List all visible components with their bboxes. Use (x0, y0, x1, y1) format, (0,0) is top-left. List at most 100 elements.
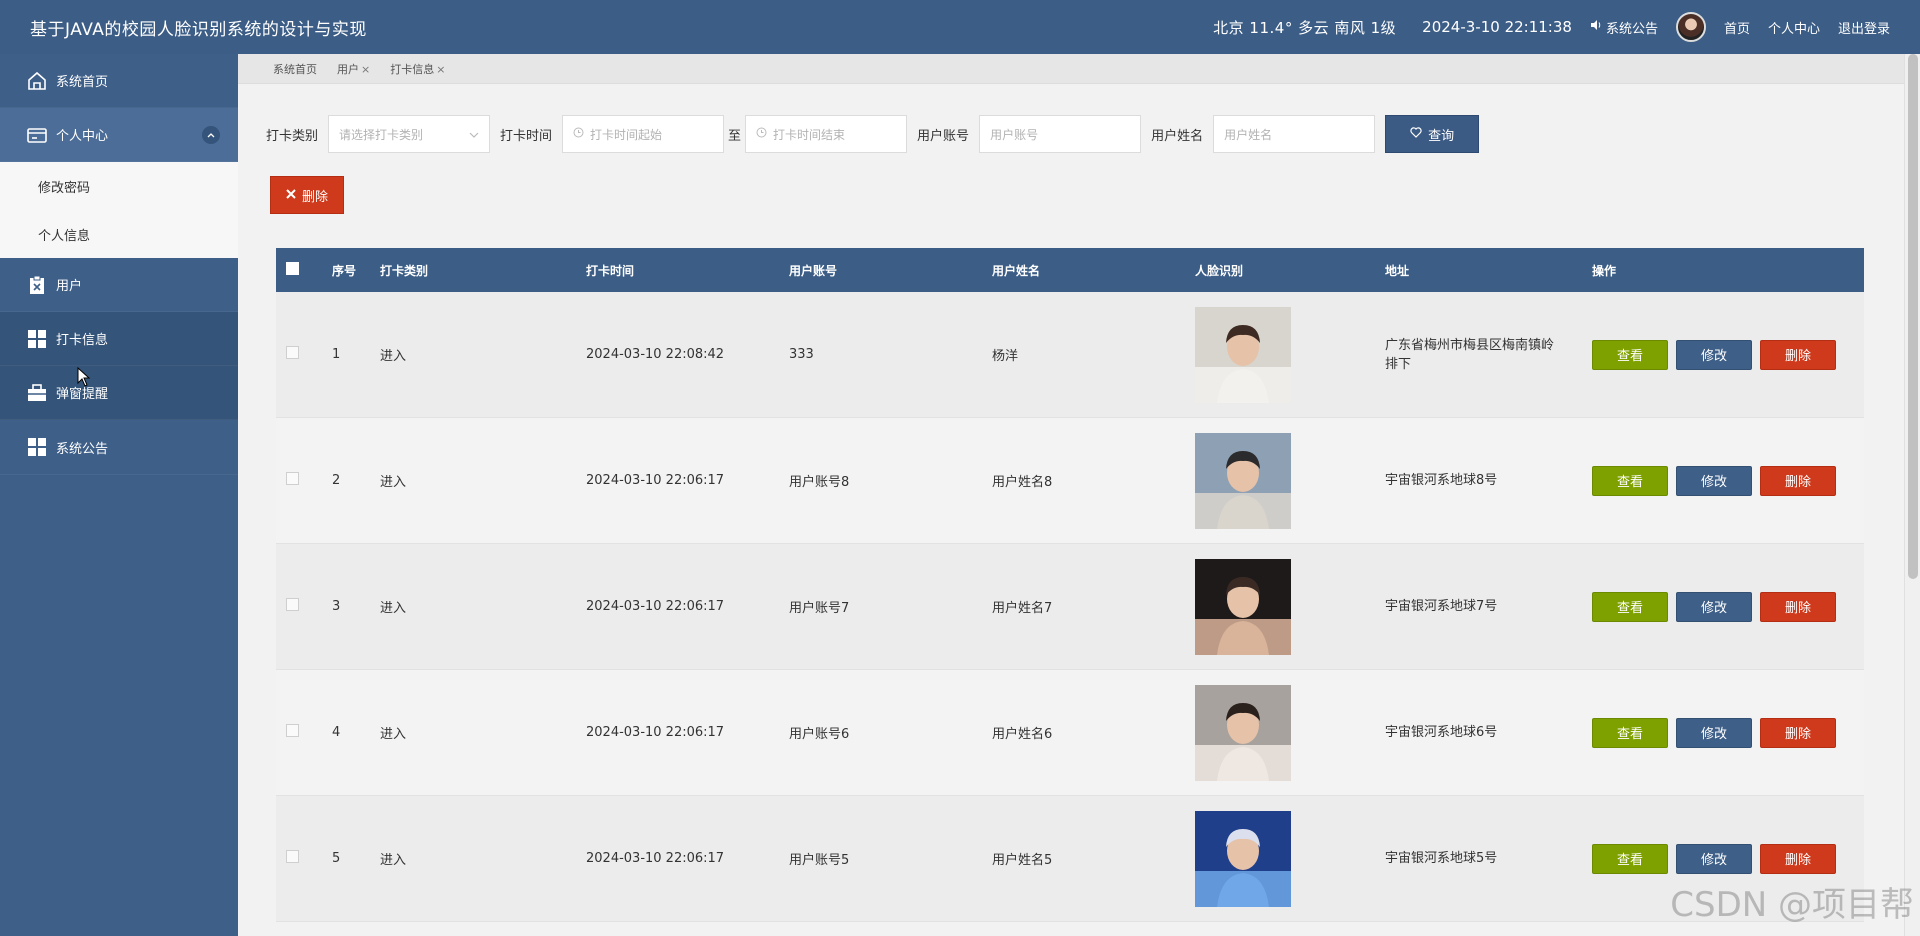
view-button[interactable]: 查看 (1592, 717, 1668, 748)
column-header: 序号 (332, 263, 357, 278)
edit-button[interactable]: 修改 (1676, 465, 1752, 496)
cell-name: 杨洋 (992, 349, 1019, 364)
app-title: 基于JAVA的校园人脸识别系统的设计与实现 (30, 20, 367, 40)
cell-type: 进入 (380, 853, 407, 868)
time-end-input[interactable]: 打卡时间结束 (745, 115, 908, 153)
cell-account: 用户账号6 (789, 727, 850, 742)
sidebar-subitem-personal-info[interactable]: 个人信息 (0, 210, 238, 258)
row-checkbox[interactable] (286, 850, 299, 863)
breadcrumb: 系统首页 用户 × 打卡信息 × (238, 54, 1904, 84)
sidebar-subitem-change-password[interactable]: 修改密码 (0, 162, 238, 210)
home-link[interactable]: 首页 (1724, 18, 1750, 37)
top-header: 基于JAVA的校园人脸识别系统的设计与实现 北京 11.4° 多云 南风 1级 … (0, 0, 1920, 54)
row-checkbox[interactable] (286, 724, 299, 737)
batch-delete-button[interactable]: 删除 (270, 176, 344, 214)
avatar[interactable] (1675, 12, 1706, 42)
column-header: 操作 (1592, 263, 1617, 278)
table-header: 序号 打卡类别 打卡时间 用户账号 用户姓名 人脸识别 地址 操作 (276, 248, 1864, 292)
delete-button[interactable]: 删除 (1760, 717, 1836, 748)
edit-button[interactable]: 修改 (1676, 591, 1752, 622)
clipboard-icon (26, 274, 48, 296)
user-account-placeholder: 用户账号 (990, 127, 1039, 142)
close-icon[interactable]: × (436, 63, 445, 76)
cell-address: 宇宙银河系地球6号 (1385, 725, 1498, 740)
row-checkbox[interactable] (286, 472, 299, 485)
face-photo (1195, 558, 1291, 655)
notice-link-label: 系统公告 (1605, 21, 1658, 37)
heart-icon (1410, 126, 1422, 142)
row-checkbox[interactable] (286, 598, 299, 611)
user-account-label: 用户账号 (917, 128, 970, 144)
close-icon[interactable]: × (361, 63, 370, 76)
page-scrollbar[interactable] (1904, 54, 1920, 936)
sidebar-item-label: 打卡信息 (56, 333, 109, 348)
cell-time: 2024-03-10 22:08:42 (586, 347, 725, 362)
sidebar: 系统首页 个人中心 修改密码 个人信息 用户 打卡信息 弹窗提醒 系统公告 (0, 54, 238, 936)
batch-delete-label: 删除 (301, 189, 328, 205)
cell-address: 宇宙银河系地球7号 (1385, 599, 1498, 614)
edit-button[interactable]: 修改 (1676, 843, 1752, 874)
cell-time: 2024-03-10 22:06:17 (586, 851, 725, 866)
close-icon (286, 188, 296, 203)
checkin-type-select[interactable]: 请选择打卡类别 (328, 115, 491, 153)
clock-icon (573, 127, 584, 141)
notice-link[interactable]: 系统公告 (1590, 18, 1658, 37)
edit-button[interactable]: 修改 (1676, 339, 1752, 370)
cell-account: 333 (789, 347, 814, 362)
user-name-input[interactable]: 用户姓名 (1213, 115, 1376, 153)
checkin-time-label: 打卡时间 (500, 128, 553, 144)
delete-button[interactable]: 删除 (1760, 339, 1836, 370)
select-all-checkbox[interactable] (286, 262, 299, 275)
chevron-up-icon[interactable] (202, 125, 220, 144)
tab-users[interactable]: 用户 × (337, 61, 370, 77)
sidebar-item-announcement[interactable]: 系统公告 (0, 420, 238, 475)
sidebar-item-checkin-info[interactable]: 打卡信息 (0, 312, 238, 366)
sidebar-item-home[interactable]: 系统首页 (0, 54, 238, 108)
grid-icon (26, 328, 48, 350)
speaker-icon (1590, 19, 1602, 35)
view-button[interactable]: 查看 (1592, 465, 1668, 496)
tab-home[interactable]: 系统首页 (273, 61, 317, 77)
sidebar-item-popup-reminder[interactable]: 弹窗提醒 (0, 366, 238, 420)
face-photo (1195, 432, 1291, 529)
cell-account: 用户账号7 (789, 601, 850, 616)
header-right: 北京 11.4° 多云 南风 1级 2024-3-10 22:11:38 系统公… (1213, 0, 1890, 54)
sidebar-item-personal-center[interactable]: 个人中心 (0, 108, 238, 162)
cell-no: 1 (332, 347, 341, 362)
delete-button[interactable]: 删除 (1760, 465, 1836, 496)
view-button[interactable]: 查看 (1592, 843, 1668, 874)
cell-time: 2024-03-10 22:06:17 (586, 473, 725, 488)
face-photo (1195, 684, 1291, 781)
column-header: 用户姓名 (992, 263, 1041, 278)
column-header: 打卡时间 (586, 263, 635, 278)
logout-link[interactable]: 退出登录 (1838, 18, 1890, 37)
home-icon (26, 70, 48, 92)
checkin-type-label: 打卡类别 (266, 128, 319, 144)
sidebar-item-users[interactable]: 用户 (0, 258, 238, 312)
cell-type: 进入 (380, 349, 407, 364)
user-account-input[interactable]: 用户账号 (979, 115, 1142, 153)
cell-name: 用户姓名6 (992, 727, 1053, 742)
time-end-placeholder: 打卡时间结束 (773, 127, 846, 142)
table-row: 1 进入 2024-03-10 22:08:42 333 杨洋 广东省梅州市梅县… (276, 292, 1864, 418)
delete-button[interactable]: 删除 (1760, 843, 1836, 874)
cell-name: 用户姓名8 (992, 475, 1053, 490)
cell-time: 2024-03-10 22:06:17 (586, 599, 725, 614)
time-start-input[interactable]: 打卡时间起始 (562, 115, 725, 153)
query-button[interactable]: 查询 (1385, 115, 1480, 153)
sidebar-item-label: 系统首页 (56, 75, 109, 90)
checkin-type-placeholder: 请选择打卡类别 (339, 127, 424, 142)
tab-checkin-info[interactable]: 打卡信息 × (390, 61, 445, 77)
cell-address: 宇宙银河系地球8号 (1385, 473, 1498, 488)
row-checkbox[interactable] (286, 346, 299, 359)
cell-no: 5 (332, 851, 341, 866)
cell-address: 广东省梅州市梅县区梅南镇岭排下 (1385, 337, 1555, 372)
view-button[interactable]: 查看 (1592, 339, 1668, 370)
profile-link[interactable]: 个人中心 (1768, 18, 1820, 37)
cell-type: 进入 (380, 475, 407, 490)
view-button[interactable]: 查看 (1592, 591, 1668, 622)
table-row: 5 进入 2024-03-10 22:06:17 用户账号5 用户姓名5 宇宙银… (276, 796, 1864, 922)
edit-button[interactable]: 修改 (1676, 717, 1752, 748)
delete-button[interactable]: 删除 (1760, 591, 1836, 622)
scrollbar-thumb[interactable] (1908, 54, 1918, 579)
